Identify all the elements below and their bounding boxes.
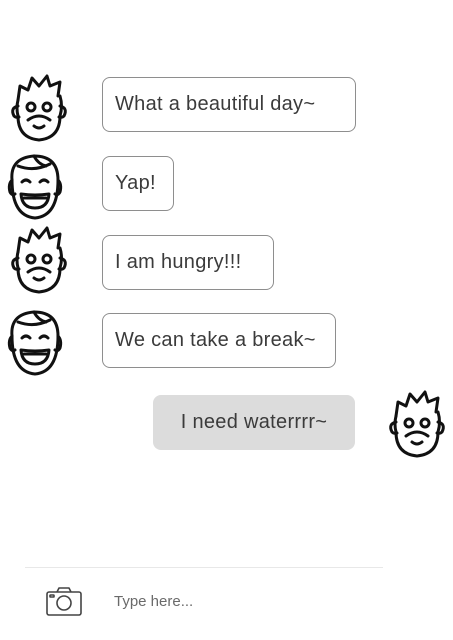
- bearded-man-avatar-icon: [8, 72, 70, 144]
- message-bubble[interactable]: Yap!: [102, 156, 174, 211]
- bearded-man-avatar-icon: [386, 388, 448, 460]
- camera-icon[interactable]: [45, 585, 83, 617]
- message-bubble[interactable]: We can take a break~: [102, 313, 336, 368]
- message-text: I am hungry!!!: [115, 251, 242, 273]
- message-text: I need waterrrr~: [180, 411, 328, 433]
- smiling-man-avatar-icon: [4, 150, 66, 222]
- message-text: We can take a break~: [115, 329, 316, 351]
- message-text: What a beautiful day~: [115, 93, 316, 115]
- message-bubble[interactable]: What a beautiful day~: [102, 77, 356, 132]
- message-bubble[interactable]: I am hungry!!!: [102, 235, 274, 290]
- bearded-man-avatar-icon: [8, 224, 70, 296]
- message-input[interactable]: [108, 586, 390, 616]
- message-text: Yap!: [115, 172, 156, 194]
- outgoing-message-bubble[interactable]: I need waterrrr~: [153, 395, 355, 450]
- smiling-man-avatar-icon: [4, 306, 66, 378]
- chat-message-list: What a beautiful day~ Yap! I am hungry!!…: [0, 0, 453, 560]
- composer-divider: [25, 567, 383, 568]
